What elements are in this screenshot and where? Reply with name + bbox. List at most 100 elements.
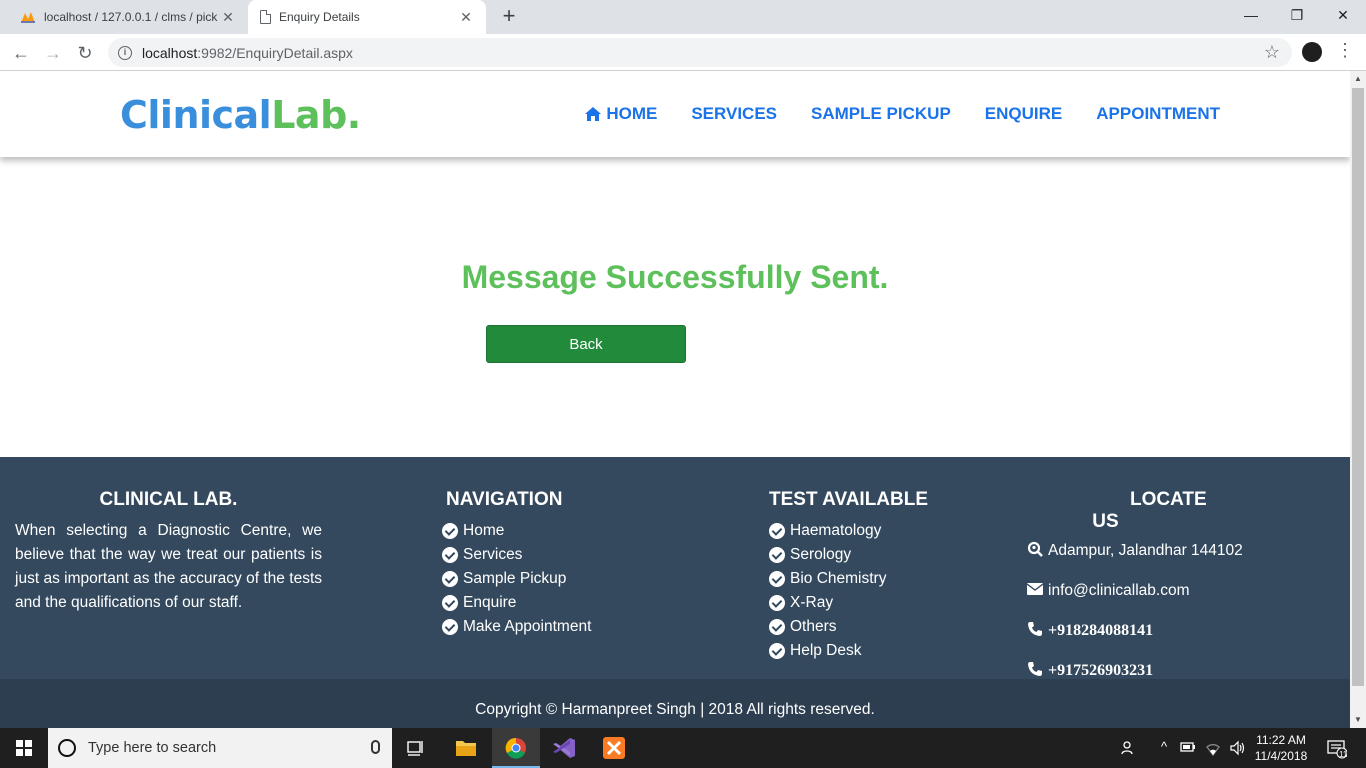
check-circle-icon (769, 643, 785, 659)
footer-locate: LOCATE US Adampur, Jalandhar 144102 info… (1026, 489, 1334, 691)
footer-about: CLINICAL LAB. When selecting a Diagnosti… (15, 489, 322, 615)
main-navigation: HOME SERVICES SAMPLE PICKUP ENQUIRE APPO… (584, 104, 1220, 124)
close-window-icon[interactable]: ✕ (1320, 0, 1366, 30)
scrollbar-thumb[interactable] (1352, 88, 1364, 686)
map-search-icon (1027, 541, 1043, 562)
footer-navigation: NAVIGATION Home Services Sample Pickup E… (442, 489, 591, 639)
task-view-icon[interactable] (392, 728, 440, 768)
people-icon[interactable] (1118, 728, 1140, 768)
footer-test-label: Haematology (790, 522, 882, 539)
cortana-icon (58, 739, 76, 757)
check-circle-icon (769, 595, 785, 611)
tab-title: localhost / 127.0.0.1 / clms / pick (44, 10, 218, 24)
reload-icon[interactable]: ↻ (72, 40, 98, 66)
nav-appointment[interactable]: APPOINTMENT (1096, 104, 1220, 124)
start-button[interactable] (0, 728, 48, 768)
footer-locate-heading-text: LOCATE US (1092, 489, 1207, 532)
footer-locate-heading: LOCATE US (1027, 489, 1334, 533)
footer-about-text: When selecting a Diagnostic Centre, we b… (15, 522, 322, 611)
volume-icon[interactable] (1226, 728, 1250, 768)
new-tab-button[interactable]: + (497, 4, 521, 28)
logo-lab: Lab. (271, 93, 361, 137)
page-scrollbar[interactable]: ▲ ▼ (1350, 71, 1366, 728)
contact-address-text: Adampur, Jalandhar 144102 (1048, 542, 1243, 559)
bookmark-star-icon[interactable]: ☆ (1264, 42, 1280, 63)
scroll-up-arrow-icon[interactable]: ▲ (1350, 71, 1366, 87)
footer-nav-label: Home (463, 522, 505, 539)
site-footer: CLINICAL LAB. When selecting a Diagnosti… (0, 457, 1350, 679)
footer-test-label: Others (790, 618, 837, 635)
address-bar[interactable]: i localhost:9982/EnquiryDetail.aspx ☆ (108, 38, 1292, 67)
minimize-icon[interactable]: — (1228, 0, 1274, 30)
nav-services[interactable]: SERVICES (691, 104, 777, 124)
check-circle-icon (769, 571, 785, 587)
footer-test-label: Help Desk (790, 642, 862, 659)
footer-test-item: Serology (769, 543, 928, 567)
info-icon[interactable]: i (118, 45, 132, 60)
forward-arrow-icon[interactable]: → (40, 40, 66, 66)
page-viewport: ClinicalLab. HOME SERVICES SAMPLE PICKUP… (0, 71, 1350, 728)
footer-nav-item[interactable]: Sample Pickup (442, 567, 591, 591)
site-logo[interactable]: ClinicalLab. (120, 93, 361, 137)
footer-navigation-list: Home Services Sample Pickup Enquire Make… (442, 519, 591, 639)
phpmyadmin-icon (20, 9, 36, 25)
profile-avatar[interactable] (1302, 42, 1322, 62)
check-circle-icon (442, 523, 458, 539)
url-host: localhost (142, 44, 198, 61)
check-circle-icon (769, 547, 785, 563)
footer-navigation-heading: NAVIGATION (446, 489, 563, 510)
footer-test-item: Bio Chemistry (769, 567, 928, 591)
footer-nav-label: Enquire (463, 594, 517, 611)
system-clock[interactable]: 11:22 AM 11/4/2018 (1252, 728, 1310, 768)
visual-studio-icon[interactable] (540, 728, 588, 768)
contact-email[interactable]: info@clinicallab.com (1026, 571, 1334, 611)
nav-enquire[interactable]: ENQUIRE (985, 104, 1062, 124)
nav-home[interactable]: HOME (584, 104, 657, 124)
footer-nav-item[interactable]: Enquire (442, 591, 591, 615)
close-tab-icon[interactable]: ✕ (458, 9, 474, 26)
url-path: :9982/EnquiryDetail.aspx (197, 44, 353, 61)
footer-nav-item[interactable]: Make Appointment (442, 615, 591, 639)
close-tab-icon[interactable]: ✕ (220, 9, 236, 26)
menu-kebab-icon[interactable]: ⋮ (1336, 40, 1354, 61)
tab-title: Enquiry Details (279, 10, 360, 24)
notification-count: 11 (1339, 750, 1348, 759)
footer-test-item: Others (769, 615, 928, 639)
footer-tests-list: Haematology Serology Bio Chemistry X-Ray… (769, 519, 928, 663)
restore-icon[interactable]: ❐ (1274, 0, 1320, 30)
microphone-icon[interactable] (371, 740, 380, 754)
tab-phpmyadmin[interactable]: localhost / 127.0.0.1 / clms / pick ✕ (10, 0, 246, 34)
xampp-icon[interactable] (590, 728, 638, 768)
wifi-icon[interactable] (1202, 728, 1224, 768)
chrome-icon[interactable] (492, 728, 540, 768)
footer-nav-item[interactable]: Services (442, 543, 591, 567)
file-explorer-icon[interactable] (442, 728, 490, 768)
tab-enquiry-details[interactable]: Enquiry Details ✕ (248, 0, 486, 34)
check-circle-icon (769, 523, 785, 539)
windows-logo-icon (16, 740, 32, 756)
windows-taskbar: Type here to search ^ 11:22 AM 11/4/2018… (0, 728, 1366, 768)
phone-icon (1027, 621, 1043, 642)
footer-nav-label: Services (463, 546, 523, 563)
taskbar-search-placeholder: Type here to search (88, 740, 217, 756)
nav-home-label: HOME (606, 104, 658, 123)
action-center-icon[interactable]: 11 (1318, 728, 1354, 768)
nav-sample-pickup[interactable]: SAMPLE PICKUP (811, 104, 951, 124)
check-circle-icon (442, 571, 458, 587)
footer-test-item: X-Ray (769, 591, 928, 615)
scroll-down-arrow-icon[interactable]: ▼ (1350, 712, 1366, 728)
contact-address: Adampur, Jalandhar 144102 (1027, 531, 1334, 571)
contact-email-text: info@clinicallab.com (1048, 582, 1190, 599)
site-header: ClinicalLab. HOME SERVICES SAMPLE PICKUP… (0, 71, 1350, 157)
footer-nav-item[interactable]: Home (442, 519, 591, 543)
back-button[interactable]: Back (486, 325, 686, 363)
contact-phone-1[interactable]: +918284088141 (1027, 611, 1334, 651)
footer-test-label: Serology (790, 546, 852, 563)
back-arrow-icon[interactable]: ← (8, 40, 34, 66)
check-circle-icon (769, 619, 785, 635)
browser-toolbar: ← → ↻ i localhost:9982/EnquiryDetail.asp… (0, 34, 1366, 71)
clock-date: 11/4/2018 (1254, 749, 1308, 763)
chevron-up-icon[interactable]: ^ (1154, 728, 1174, 768)
battery-icon[interactable] (1178, 728, 1198, 768)
taskbar-search[interactable]: Type here to search (48, 728, 392, 768)
